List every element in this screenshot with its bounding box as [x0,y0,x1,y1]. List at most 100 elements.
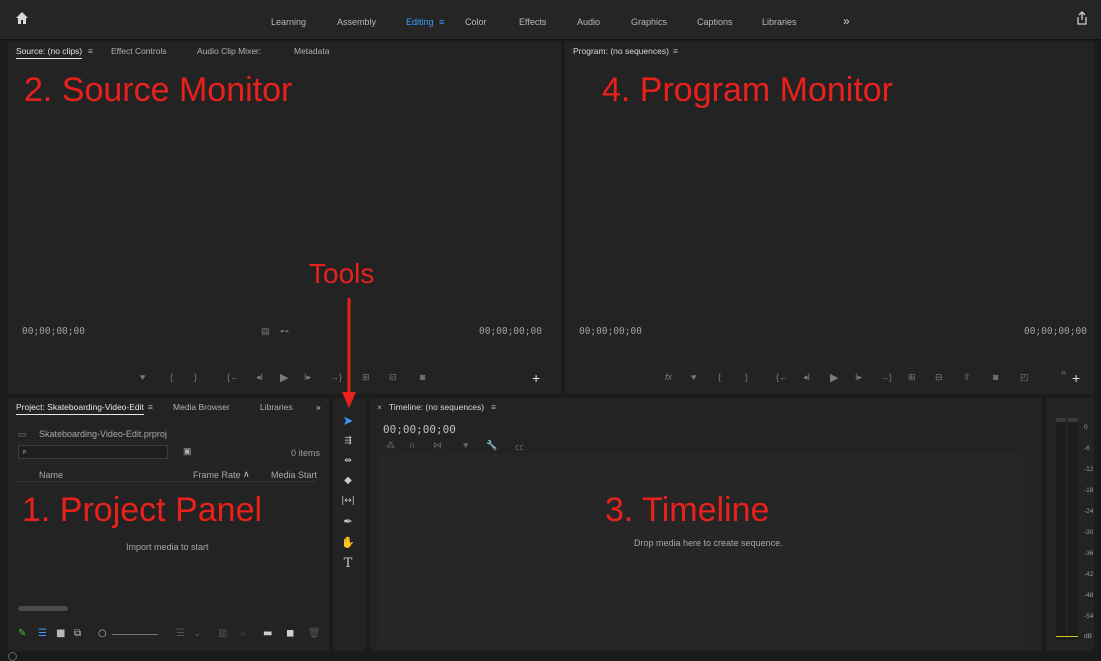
comparison-view-icon[interactable]: ◰ [1020,372,1029,383]
type-tool-icon[interactable]: T [338,556,358,572]
timeline-timecode[interactable]: 00;00;00;00 [383,423,456,436]
tab-effect-controls[interactable]: Effect Controls [111,46,167,56]
add-marker-icon[interactable]: ♥ [463,440,468,450]
workspace-graphics[interactable]: Graphics [631,17,667,27]
new-item-icon[interactable]: ◼ [286,628,294,639]
source-timecode-in[interactable]: 00;00;00;00 [22,326,85,337]
hand-tool-icon[interactable]: ✋ [338,535,358,551]
step-back-icon[interactable]: ◂I [803,372,810,383]
share-icon[interactable] [1075,11,1089,25]
workspace-effects[interactable]: Effects [519,17,546,27]
go-to-out-icon[interactable]: →} [880,372,892,382]
meter-label-42: -42 [1084,571,1094,578]
program-timecode-in[interactable]: 00;00;00;00 [579,326,642,337]
play-icon[interactable]: ▶ [280,371,288,384]
source-button-editor-icon[interactable]: + [532,370,540,386]
column-name[interactable]: Name [39,470,63,480]
lift-icon[interactable]: ⊞ [908,372,916,383]
razor-tool-icon[interactable]: ◆ [338,473,358,489]
insert-icon[interactable]: ⊞ [362,372,370,383]
meter-level-bar [1056,636,1078,637]
go-to-in-icon[interactable]: {← [227,372,239,382]
icon-view-icon[interactable]: ■ [56,628,65,639]
project-panel-menu-icon[interactable]: ≡ [148,402,153,412]
add-marker-icon[interactable]: ♥ [140,372,145,382]
pen-tool-icon[interactable]: ✒ [338,514,358,530]
slip-tool-icon[interactable]: |↔| [338,493,358,509]
mark-in-icon[interactable]: { [718,372,721,382]
tab-libraries[interactable]: Libraries [260,402,293,412]
workspace-assembly[interactable]: Assembly [337,17,376,27]
mark-out-icon[interactable]: } [745,372,748,382]
drag-audio-icon[interactable]: ⊷ [280,326,289,337]
workspace-overflow-button[interactable]: » [843,14,850,28]
sort-ascending-icon[interactable]: ∧ [243,469,250,480]
drag-video-icon[interactable]: ▤ [261,326,270,337]
nest-icon[interactable]: ⁂ [386,440,395,451]
freeform-view-icon[interactable]: ⧉ [74,628,81,639]
step-forward-icon[interactable]: I▸ [304,372,311,383]
tab-program[interactable]: Program: (no sequences) [573,46,669,58]
timeline-panel-menu-icon[interactable]: ≡ [491,402,496,412]
export-icon[interactable]: ⇪ [963,372,971,383]
tab-metadata[interactable]: Metadata [294,46,329,56]
program-overflow-icon[interactable]: » [1061,367,1066,377]
list-view-icon[interactable]: ☰ [38,628,47,639]
workspace-libraries[interactable]: Libraries [762,17,797,27]
search-input[interactable]: ⌕ [18,445,168,459]
automate-to-sequence-icon[interactable]: ▥ [218,628,227,639]
column-frame-rate[interactable]: Frame Rate [193,470,241,480]
source-panel-menu-icon[interactable]: ≡ [88,46,93,56]
project-tabs-overflow[interactable]: » [316,402,321,412]
horizontal-scrollbar[interactable] [18,606,68,611]
workspace-color[interactable]: Color [465,17,487,27]
sort-dropdown-icon[interactable]: ⌄ [193,628,201,639]
program-button-editor-icon[interactable]: + [1072,370,1080,386]
zoom-slider-icon[interactable]: ○ [98,628,107,639]
play-icon[interactable]: ▶ [830,371,838,384]
tab-project[interactable]: Project: Skateboarding-Video-Edit [16,402,144,415]
snap-icon[interactable]: ∩ [409,440,415,450]
new-search-bin-icon[interactable]: ▣ [183,446,192,457]
sort-icons-icon[interactable]: ☰ [176,628,185,639]
tab-source[interactable]: Source: (no clips) [16,46,83,59]
write-on-icon[interactable]: ✎ [18,628,26,639]
fx-icon[interactable]: fx [665,372,672,382]
workspace-learning[interactable]: Learning [271,17,306,27]
column-media-start[interactable]: Media Start [271,470,317,480]
extract-icon[interactable]: ⊟ [935,372,943,383]
linked-selection-icon[interactable]: ⋈ [433,440,442,451]
find-icon[interactable]: ⌕ [240,628,246,639]
step-forward-icon[interactable]: I▸ [855,372,862,383]
mark-out-icon[interactable]: } [194,372,197,382]
meter-label-db: dB [1084,633,1092,640]
workspace-audio[interactable]: Audio [577,17,600,27]
tab-audio-clip-mixer[interactable]: Audio Clip Mixer: [197,46,261,56]
program-panel-menu-icon[interactable]: ≡ [673,46,678,56]
annotation-project-panel: 1. Project Panel [22,491,263,529]
track-select-tool-icon[interactable]: ⇶ [338,433,358,449]
tab-media-browser[interactable]: Media Browser [173,402,230,412]
export-frame-icon[interactable]: ◙ [420,372,425,382]
zoom-slider-track[interactable] [112,634,158,635]
workspace-menu-icon[interactable]: ≡ [439,17,444,27]
meter-label-24: -24 [1084,508,1094,515]
step-back-icon[interactable]: ◂I [256,372,263,383]
go-to-in-icon[interactable]: {← [776,372,788,382]
mark-in-icon[interactable]: { [170,372,173,382]
clear-icon[interactable]: 🗑 [308,628,321,639]
overwrite-icon[interactable]: ⊟ [389,372,397,383]
home-icon[interactable] [15,11,29,25]
workspace-editing[interactable]: Editing [406,17,434,27]
timeline-track-area[interactable] [378,454,1023,647]
add-marker-icon[interactable]: ♥ [691,372,696,382]
selection-tool-icon[interactable]: ➤ [338,414,358,430]
timeline-settings-icon[interactable]: 🔧 [486,440,497,451]
tab-timeline[interactable]: Timeline: (no sequences) [389,402,484,412]
captions-icon[interactable]: ㏄ [515,440,524,453]
ripple-edit-tool-icon[interactable]: ⇹ [338,453,358,469]
export-frame-icon[interactable]: ◙ [993,372,998,382]
workspace-captions[interactable]: Captions [697,17,733,27]
new-bin-icon[interactable]: ▬ [263,628,272,639]
timeline-close-icon[interactable]: × [377,402,382,412]
